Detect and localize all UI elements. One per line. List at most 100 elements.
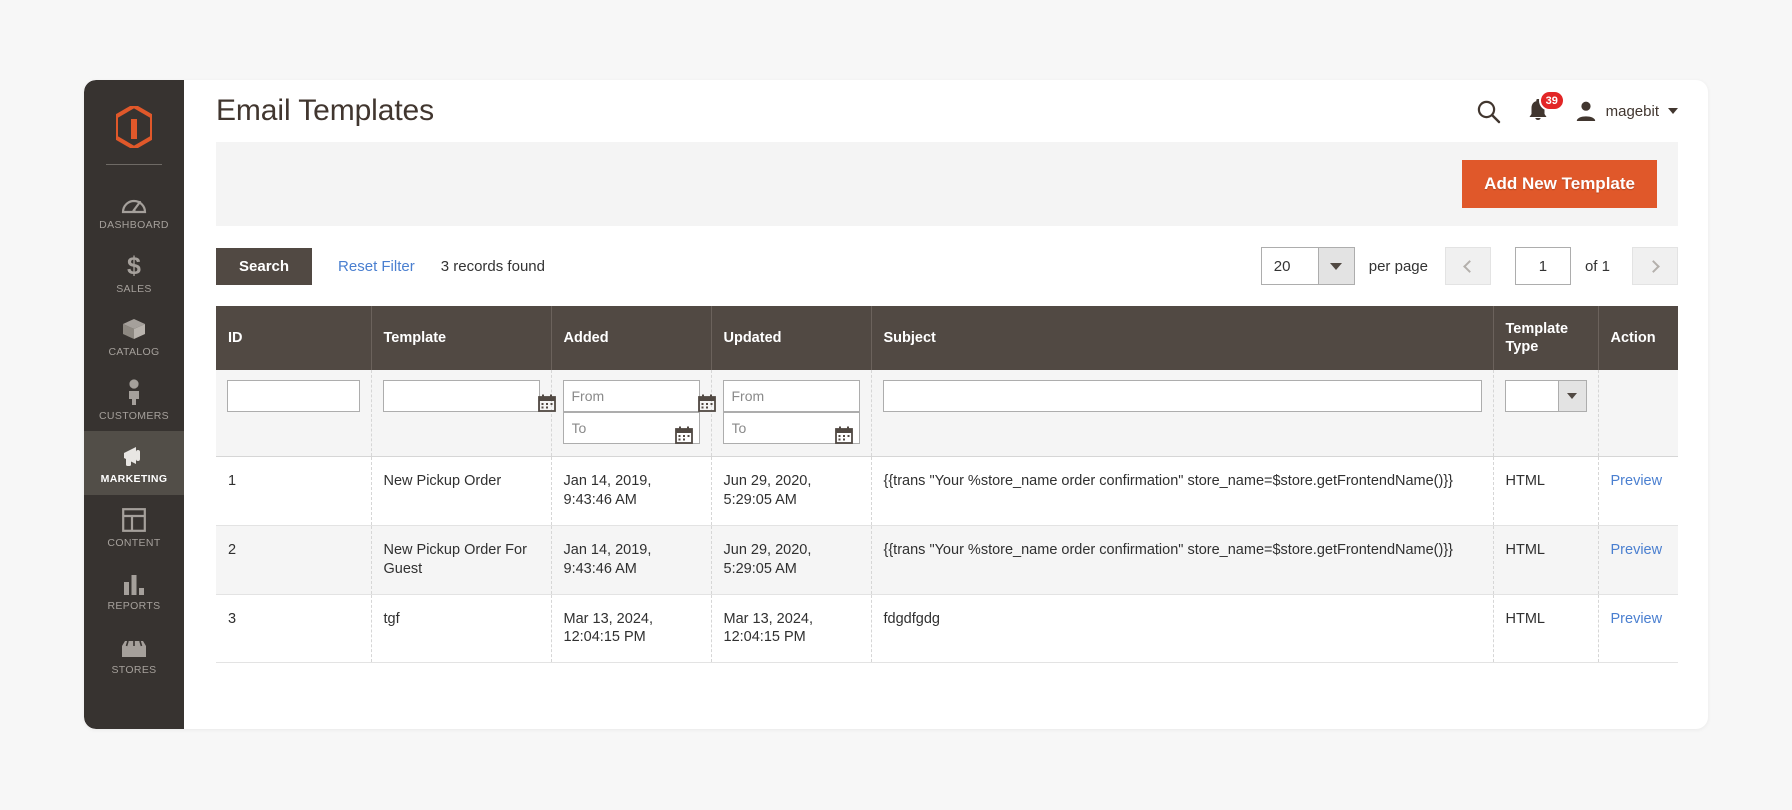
sidebar-item-content[interactable]: CONTENT bbox=[84, 495, 184, 559]
sidebar-item-label: SALES bbox=[116, 282, 152, 295]
table-row[interactable]: 2 New Pickup Order For Guest Jan 14, 201… bbox=[216, 525, 1678, 595]
current-page-input[interactable]: 1 bbox=[1514, 247, 1571, 285]
filter-cell-added bbox=[537, 370, 712, 458]
grid-filters bbox=[216, 370, 1678, 458]
cell-added: Jan 14, 2019, 9:43:46 AM bbox=[551, 525, 712, 595]
sidebar-item-label: STORES bbox=[111, 663, 157, 676]
sidebar-item-stores[interactable]: STORES bbox=[84, 622, 184, 686]
chevron-left-icon bbox=[1463, 259, 1476, 273]
megaphone-icon bbox=[120, 442, 148, 468]
cell-subject: {{trans "Your %store_name order confirma… bbox=[871, 525, 1494, 595]
grid-toolbar-left: Search Reset Filter 3 records found bbox=[216, 247, 545, 285]
filter-cell-action bbox=[1598, 370, 1678, 458]
page-header: Email Templates 39 magebit bbox=[216, 80, 1678, 142]
cell-id: 1 bbox=[216, 456, 372, 526]
calendar-icon[interactable] bbox=[834, 426, 853, 449]
svg-text:$: $ bbox=[127, 252, 141, 278]
per-page-value: 20 bbox=[1273, 257, 1291, 275]
filter-cell-id bbox=[216, 370, 372, 458]
filter-added-to bbox=[562, 412, 700, 445]
page-actions-panel: Add New Template bbox=[216, 142, 1678, 226]
preview-link[interactable]: Preview bbox=[1611, 611, 1663, 627]
column-header-template-type[interactable]: Template Type bbox=[1493, 306, 1599, 371]
user-avatar-icon bbox=[1576, 101, 1595, 121]
sidebar-item-customers[interactable]: CUSTOMERS bbox=[84, 368, 184, 432]
grid-header-row: ID Template Added Updated Subject Templa… bbox=[216, 306, 1678, 371]
magento-logo[interactable] bbox=[84, 90, 184, 164]
calendar-icon[interactable] bbox=[674, 426, 693, 449]
sidebar-item-catalog[interactable]: CATALOG bbox=[84, 304, 184, 368]
grid-body: 1 New Pickup Order Jan 14, 2019, 9:43:46… bbox=[216, 456, 1678, 664]
table-row[interactable]: 1 New Pickup Order Jan 14, 2019, 9:43:46… bbox=[216, 456, 1678, 526]
sidebar-item-label: DASHBOARD bbox=[99, 219, 169, 231]
preview-link[interactable]: Preview bbox=[1611, 542, 1663, 558]
box-icon bbox=[121, 315, 147, 341]
sidebar-item-reports[interactable]: REPORTS bbox=[84, 558, 184, 622]
cell-subject: fdgdfgdg bbox=[871, 594, 1494, 664]
per-page-select[interactable]: 20 bbox=[1260, 247, 1355, 285]
sidebar-item-marketing[interactable]: MARKETING bbox=[84, 431, 184, 495]
cell-template: New Pickup Order For Guest bbox=[371, 525, 552, 595]
filter-input-id[interactable] bbox=[227, 380, 360, 413]
filter-row bbox=[216, 370, 1678, 458]
add-new-template-button[interactable]: Add New Template bbox=[1462, 160, 1657, 208]
cell-subject: {{trans "Your %store_name order confirma… bbox=[871, 456, 1494, 526]
filter-updated-to bbox=[722, 412, 860, 445]
column-header-added[interactable]: Added bbox=[551, 306, 712, 371]
notification-count-badge: 39 bbox=[1538, 90, 1565, 111]
dollar-icon: $ bbox=[123, 252, 145, 278]
column-header-template[interactable]: Template bbox=[371, 306, 552, 371]
chevron-right-icon bbox=[1647, 259, 1660, 273]
bar-chart-icon bbox=[122, 569, 146, 596]
cell-template-type: HTML bbox=[1493, 456, 1599, 526]
cell-template: New Pickup Order bbox=[371, 456, 552, 526]
search-button[interactable]: Search bbox=[216, 247, 313, 285]
filter-select-template-type[interactable] bbox=[1504, 380, 1587, 413]
user-menu[interactable]: magebit bbox=[1575, 100, 1678, 122]
previous-page-button[interactable] bbox=[1444, 247, 1491, 285]
filter-input-subject[interactable] bbox=[882, 380, 1482, 413]
cell-action: Preview bbox=[1598, 594, 1678, 664]
filter-input-updated-from[interactable] bbox=[722, 380, 860, 413]
sidebar-item-label: CATALOG bbox=[108, 346, 160, 359]
main-content: Email Templates 39 magebit Add New Templ… bbox=[184, 80, 1708, 729]
cell-template-type: HTML bbox=[1493, 594, 1599, 664]
filter-input-template[interactable] bbox=[382, 380, 540, 413]
sidebar-item-sales[interactable]: $ SALES bbox=[84, 241, 184, 305]
search-icon[interactable] bbox=[1476, 99, 1501, 124]
cell-updated: Jun 29, 2020, 5:29:05 AM bbox=[711, 525, 872, 595]
column-header-subject[interactable]: Subject bbox=[871, 306, 1494, 371]
filter-input-added-from[interactable] bbox=[562, 380, 700, 413]
storefront-icon bbox=[120, 633, 148, 659]
magento-logo-icon bbox=[116, 106, 152, 148]
cell-template-type: HTML bbox=[1493, 525, 1599, 595]
chevron-down-icon bbox=[1317, 248, 1354, 284]
table-row[interactable]: 3 tgf Mar 13, 2024, 12:04:15 PM Mar 13, … bbox=[216, 594, 1678, 664]
sidebar-item-dashboard[interactable]: DASHBOARD bbox=[84, 177, 184, 241]
total-pages-label: of 1 bbox=[1584, 257, 1610, 275]
chevron-down-icon bbox=[1668, 108, 1678, 114]
cell-updated: Jun 29, 2020, 5:29:05 AM bbox=[711, 456, 872, 526]
page-title: Email Templates bbox=[216, 94, 435, 127]
sidebar-item-label: CUSTOMERS bbox=[98, 409, 170, 422]
chevron-down-icon bbox=[1557, 381, 1586, 412]
cell-id: 3 bbox=[216, 594, 372, 664]
person-icon bbox=[125, 379, 143, 405]
notifications-bell[interactable]: 39 bbox=[1527, 90, 1565, 123]
pagination-controls: 20 per page 1 of 1 bbox=[1260, 247, 1678, 285]
preview-link[interactable]: Preview bbox=[1611, 473, 1663, 489]
records-found-label: 3 records found bbox=[440, 257, 545, 275]
calendar-icon[interactable] bbox=[697, 394, 716, 417]
filter-cell-template-type bbox=[1493, 370, 1599, 458]
reset-filter-link[interactable]: Reset Filter bbox=[338, 258, 415, 275]
next-page-button[interactable] bbox=[1632, 247, 1678, 285]
filter-added-from bbox=[537, 380, 700, 413]
cell-updated: Mar 13, 2024, 12:04:15 PM bbox=[711, 594, 872, 664]
per-page-label: per page bbox=[1368, 257, 1428, 275]
column-header-id[interactable]: ID bbox=[216, 306, 372, 371]
cell-id: 2 bbox=[216, 525, 372, 595]
cell-template: tgf bbox=[371, 594, 552, 664]
calendar-icon[interactable] bbox=[537, 394, 556, 417]
column-header-updated[interactable]: Updated bbox=[711, 306, 872, 371]
main-sidebar: DASHBOARD $ SALES CATALOG CUSTOMERS MARK… bbox=[84, 80, 184, 729]
